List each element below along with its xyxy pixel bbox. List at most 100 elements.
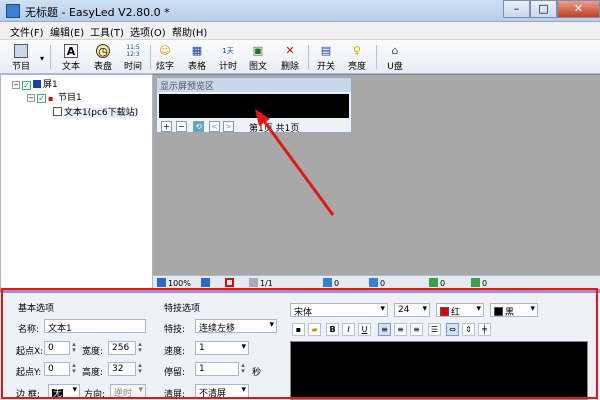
italic-button[interactable]: I — [342, 323, 355, 336]
x-label: 起点X: — [16, 347, 44, 357]
tree-node-screen[interactable]: − ✓ 屏1 — [12, 77, 58, 90]
arrow-up-icon — [323, 278, 332, 287]
spacing-vertical-icon[interactable]: ⇕ — [462, 323, 475, 336]
justify-icon[interactable]: ☰ — [428, 323, 441, 336]
image-text-icon: ▣ — [252, 44, 264, 57]
arrow-left-icon — [369, 278, 378, 287]
status-value: 0 — [482, 279, 488, 288]
toolbar-label: 开关 — [316, 62, 335, 72]
tree-node-label: 节目1 — [58, 93, 82, 103]
save-icon[interactable]: ▪ — [292, 323, 305, 336]
prev-icon[interactable] — [249, 278, 258, 287]
border-select[interactable]: 无 — [48, 384, 80, 398]
checkbox[interactable]: ✓ — [37, 94, 46, 103]
basic-options-heading: 基本选项 — [18, 304, 55, 314]
direction-select[interactable]: 逆时 — [110, 384, 146, 398]
height-stepper[interactable]: ▴ ▾ — [136, 362, 144, 376]
window-title: 无标题 - EasyLed V2.80.0 * — [25, 6, 170, 19]
toolbar-effect-text-button[interactable]: ☺ 炫字 — [150, 42, 180, 72]
toolbar-text-button[interactable]: A 文本 — [56, 42, 86, 72]
toolbar-label: 计时 — [218, 62, 237, 72]
close-button[interactable]: ✕ — [557, 0, 600, 18]
menu-tools[interactable]: 工具(T) — [90, 24, 124, 39]
toolbar-label: 炫字 — [155, 62, 174, 72]
toolbar-program-button[interactable]: 节目 — [6, 42, 36, 72]
toolbar-clock-button[interactable]: ◷ 表盘 — [88, 42, 118, 72]
bg-color-value: 黑 — [505, 308, 515, 317]
align-left-icon[interactable]: ≡ — [378, 323, 391, 336]
status-item-3[interactable]: 0 — [429, 278, 445, 288]
menu-bar: 文件(F) 编辑(E) 工具(T) 选项(O) 帮助(H) — [0, 22, 600, 40]
status-value: 0 — [440, 279, 446, 288]
y-label: 起点Y: — [16, 368, 42, 378]
toolbar-brightness-button[interactable]: ♀ 亮度 — [342, 42, 372, 72]
status-item-4[interactable]: 0 — [471, 278, 487, 288]
toolbar-udisk-button[interactable]: ⌂ U盘 — [380, 42, 410, 72]
y-stepper[interactable]: ▴ ▾ — [70, 362, 78, 376]
bg-color-select[interactable]: 黑 — [490, 303, 538, 317]
text-color-select[interactable]: 红 — [436, 303, 484, 317]
tree-node-text[interactable]: 文本1(pc6下载站) — [53, 105, 139, 118]
toolbar-timer-button[interactable]: 1天 计时 — [213, 42, 243, 72]
tree-node-program[interactable]: − ✓ ▪ 节目1 — [27, 90, 82, 103]
menu-help[interactable]: 帮助(H) — [172, 24, 207, 39]
chevron-down-icon[interactable]: ▾ — [40, 54, 44, 63]
status-item-2[interactable]: 0 — [369, 278, 385, 288]
height-field[interactable]: 32 — [108, 362, 136, 376]
font-family-select[interactable]: 宋体 — [290, 303, 388, 317]
toolbar-separator — [308, 45, 309, 69]
font-size-select[interactable]: 24 — [394, 303, 430, 317]
width-stepper[interactable]: ▴ ▾ — [136, 341, 144, 355]
checkbox[interactable]: ✓ — [22, 81, 31, 90]
arrow-down-icon — [471, 278, 480, 287]
bg-color-swatch — [494, 307, 503, 316]
status-value: 0 — [380, 279, 386, 288]
zoom-in-status-button[interactable]: 100% — [157, 278, 191, 288]
spacing-horizontal-icon[interactable]: ⇔ — [446, 323, 459, 336]
width-field[interactable]: 256 — [108, 341, 136, 355]
toolbar-time-button[interactable]: 11:5 12:3 时间 — [118, 42, 148, 72]
minimize-button[interactable]: – — [503, 0, 530, 18]
toolbar-delete-button[interactable]: ✕ 删除 — [275, 42, 305, 72]
maximize-button[interactable]: □ — [530, 0, 557, 18]
toolbar-table-button[interactable]: ▦ 表格 — [182, 42, 212, 72]
toolbar-power-button[interactable]: ▤ 开关 — [311, 42, 341, 72]
program-icon: ▪ — [48, 94, 54, 103]
stay-stepper[interactable]: ▴ ▾ — [239, 362, 247, 376]
open-folder-icon[interactable]: ▰ — [308, 323, 321, 336]
underline-button[interactable]: U — [358, 323, 371, 336]
zoom-out-status-button[interactable] — [201, 278, 212, 288]
toolbar-label: 文本 — [61, 62, 80, 72]
menu-options[interactable]: 选项(O) — [130, 24, 166, 39]
effect-value: 连续左移 — [199, 324, 236, 333]
y-field[interactable]: 0 — [44, 362, 70, 376]
speed-select[interactable]: 1 — [195, 341, 249, 355]
align-right-icon[interactable]: ≡ — [410, 323, 423, 336]
properties-panel: 基本选项 名称: 文本1 起点X: 0 ▴ ▾ 宽度: 256 ▴ ▾ 起点Y: 0… — [0, 293, 600, 400]
stay-field[interactable]: 1 — [195, 362, 239, 376]
menu-file[interactable]: 文件(F) — [10, 24, 44, 39]
font-family-value: 宋体 — [294, 308, 313, 317]
x-stepper[interactable]: ▴ ▾ — [70, 341, 78, 355]
font-size-value: 24 — [398, 305, 410, 315]
stop-button[interactable] — [225, 278, 236, 288]
collapse-icon[interactable]: − — [12, 81, 20, 89]
valign-icon[interactable]: ╪ — [478, 323, 491, 336]
x-field[interactable]: 0 — [44, 341, 70, 355]
zoom-level: 100% — [168, 279, 191, 288]
align-center-icon[interactable]: ≡ — [394, 323, 407, 336]
collapse-icon[interactable]: − — [27, 94, 35, 102]
toolbar-image-text-button[interactable]: ▣ 图文 — [243, 42, 273, 72]
effect-select[interactable]: 连续左移 — [195, 319, 277, 333]
status-item-1[interactable]: 0 — [323, 278, 339, 288]
border-label: 边 框: — [16, 390, 40, 400]
delete-icon: ✕ — [285, 44, 295, 57]
app-icon — [6, 4, 20, 18]
text-editor[interactable] — [290, 341, 588, 400]
name-field[interactable]: 文本1 — [44, 319, 146, 333]
menu-edit[interactable]: 编辑(E) — [50, 24, 84, 39]
tree-node-label: 文本1(pc6下载站) — [64, 108, 139, 118]
bold-button[interactable]: B — [326, 323, 339, 336]
text-icon — [53, 107, 62, 116]
clear-select[interactable]: 不清屏 — [195, 384, 249, 398]
